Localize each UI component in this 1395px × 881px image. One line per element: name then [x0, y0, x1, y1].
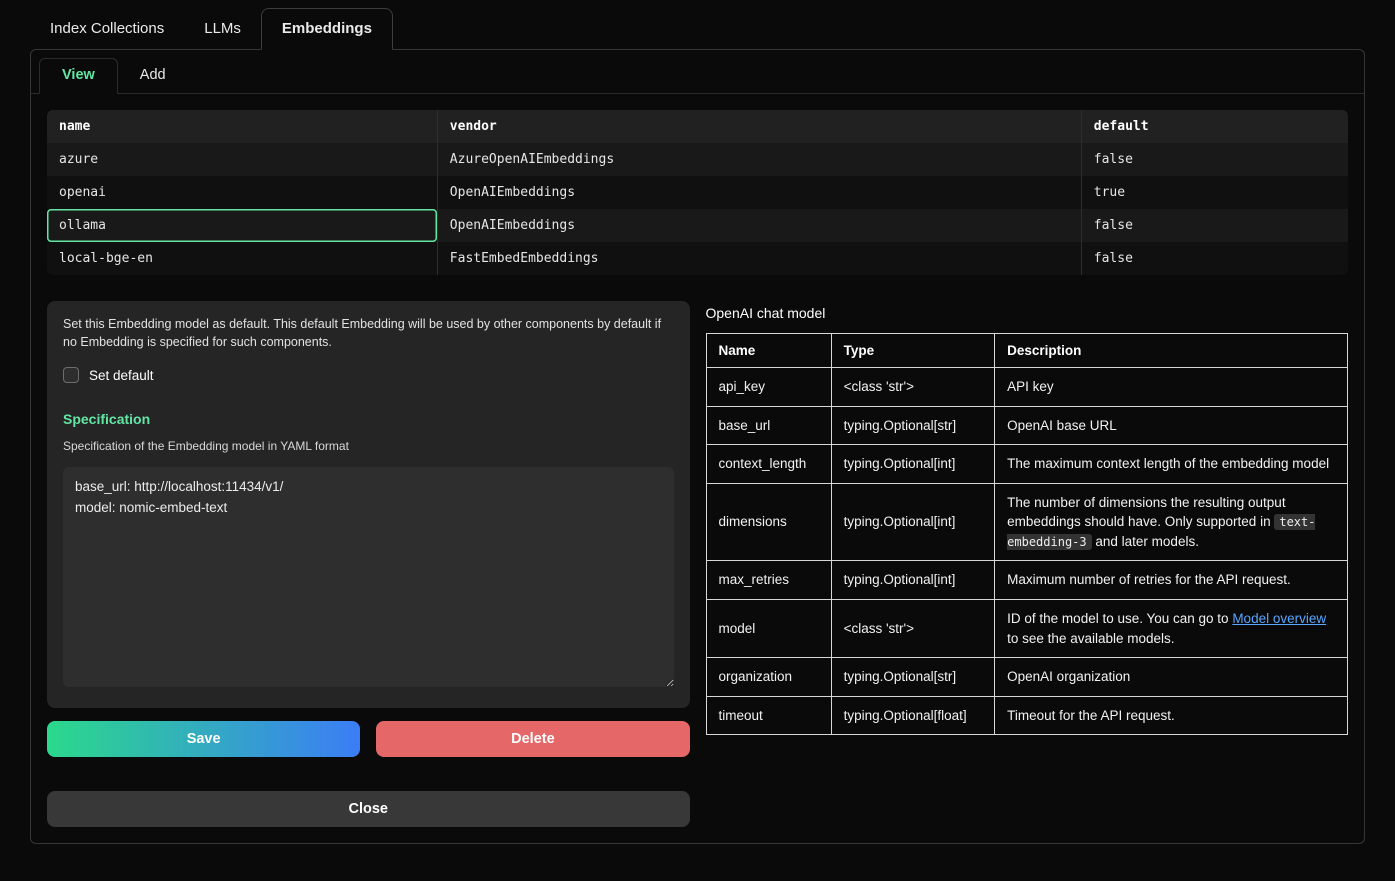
cell-default: false — [1081, 143, 1348, 176]
param-row: context_lengthtyping.Optional[int] The ma… — [706, 445, 1348, 484]
set-default-checkbox[interactable] — [63, 367, 79, 383]
param-row: dimensionstyping.Optional[int] The number… — [706, 483, 1348, 561]
cell-default: false — [1081, 242, 1348, 275]
description-text: Timeout for the API request. — [1007, 708, 1175, 723]
close-button[interactable]: Close — [47, 791, 690, 827]
param-description: OpenAI base URL — [995, 406, 1348, 445]
table-row[interactable]: openaiOpenAIEmbeddingstrue — [47, 176, 1348, 209]
description-text: Maximum number of retries for the API re… — [1007, 572, 1291, 587]
description-text: API key — [1007, 379, 1054, 394]
model-doc-column: OpenAI chat model Name Type Description … — [706, 301, 1349, 735]
param-type: typing.Optional[int] — [831, 445, 995, 484]
tab-llms[interactable]: LLMs — [184, 9, 261, 49]
column-header-name: name — [47, 110, 437, 143]
set-default-label: Set default — [89, 368, 154, 383]
param-column-type: Type — [831, 334, 995, 368]
cell-name: ollama — [47, 209, 437, 242]
param-type: typing.Optional[str] — [831, 406, 995, 445]
param-description: Timeout for the API request. — [995, 696, 1348, 735]
param-row: organizationtyping.Optional[str] OpenAI o… — [706, 658, 1348, 697]
param-row: max_retriestyping.Optional[int] Maximum n… — [706, 561, 1348, 600]
cell-vendor: AzureOpenAIEmbeddings — [437, 143, 1081, 176]
param-description: API key — [995, 368, 1348, 407]
param-name: dimensions — [706, 483, 831, 561]
param-name: organization — [706, 658, 831, 697]
param-name: base_url — [706, 406, 831, 445]
specification-heading: Specification — [63, 411, 674, 427]
cell-name: openai — [47, 176, 437, 209]
cell-default: true — [1081, 176, 1348, 209]
column-header-vendor: vendor — [437, 110, 1081, 143]
tab-index-collections[interactable]: Index Collections — [30, 9, 184, 49]
embeddings-panel: View Add name vendor default azureAzureO… — [30, 49, 1365, 844]
specification-subtext: Specification of the Embedding model in … — [63, 439, 674, 453]
yaml-spec-textarea[interactable]: base_url: http://localhost:11434/v1/ mod… — [63, 467, 674, 687]
embeddings-table-header: name vendor default — [47, 110, 1348, 143]
param-row: model<class 'str'>ID of the model to use… — [706, 599, 1348, 657]
param-description: The number of dimensions the resulting o… — [995, 483, 1348, 561]
edit-column: Set this Embedding model as default. Thi… — [47, 301, 690, 827]
param-type: typing.Optional[int] — [831, 483, 995, 561]
description-text: OpenAI organization — [1007, 669, 1130, 684]
params-table-body: api_key<class 'str'>API keybase_urltypin… — [706, 368, 1348, 735]
delete-button[interactable]: Delete — [376, 721, 689, 757]
embeddings-table-body: azureAzureOpenAIEmbeddingsfalseopenaiOpe… — [47, 143, 1348, 275]
cell-vendor: OpenAIEmbeddings — [437, 209, 1081, 242]
param-type: <class 'str'> — [831, 368, 995, 407]
edit-card: Set this Embedding model as default. Thi… — [47, 301, 690, 708]
param-type: typing.Optional[int] — [831, 561, 995, 600]
params-table-title: OpenAI chat model — [706, 305, 1349, 321]
description-text: to see the available models. — [1007, 631, 1174, 646]
cell-name: local-bge-en — [47, 242, 437, 275]
param-name: timeout — [706, 696, 831, 735]
column-header-default: default — [1081, 110, 1348, 143]
table-row[interactable]: azureAzureOpenAIEmbeddingsfalse — [47, 143, 1348, 176]
page: Index Collections LLMs Embeddings View A… — [0, 0, 1395, 844]
param-type: typing.Optional[float] — [831, 696, 995, 735]
params-table: Name Type Description api_key<class 'str… — [706, 333, 1349, 735]
param-row: base_urltyping.Optional[str] OpenAI base … — [706, 406, 1348, 445]
params-table-header: Name Type Description — [706, 334, 1348, 368]
param-name: model — [706, 599, 831, 657]
param-name: context_length — [706, 445, 831, 484]
param-column-name: Name — [706, 334, 831, 368]
set-default-row: Set default — [63, 367, 674, 383]
param-description: Maximum number of retries for the API re… — [995, 561, 1348, 600]
model-overview-link[interactable]: Model overview — [1232, 611, 1326, 626]
subtab-view[interactable]: View — [39, 58, 118, 94]
sub-tabbar: View Add — [31, 50, 1364, 94]
description-text: The number of dimensions the resulting o… — [1007, 495, 1285, 530]
param-type: <class 'str'> — [831, 599, 995, 657]
save-button[interactable]: Save — [47, 721, 360, 757]
param-column-description: Description — [995, 334, 1348, 368]
default-description: Set this Embedding model as default. Thi… — [63, 315, 663, 351]
param-description: ID of the model to use. You can go to Mo… — [995, 599, 1348, 657]
panel-content: name vendor default azureAzureOpenAIEmbe… — [31, 94, 1364, 843]
main-tabbar: Index Collections LLMs Embeddings — [30, 8, 1365, 49]
cell-vendor: OpenAIEmbeddings — [437, 176, 1081, 209]
table-row[interactable]: ollamaOpenAIEmbeddingsfalse — [47, 209, 1348, 242]
description-text: The maximum context length of the embedd… — [1007, 456, 1329, 471]
subtab-add[interactable]: Add — [118, 59, 188, 93]
cell-default: false — [1081, 209, 1348, 242]
param-name: api_key — [706, 368, 831, 407]
description-text: and later models. — [1092, 534, 1199, 549]
cell-vendor: FastEmbedEmbeddings — [437, 242, 1081, 275]
param-row: timeouttyping.Optional[float] Timeout for… — [706, 696, 1348, 735]
param-name: max_retries — [706, 561, 831, 600]
param-description: OpenAI organization — [995, 658, 1348, 697]
description-text: OpenAI base URL — [1007, 418, 1117, 433]
description-text: ID of the model to use. You can go to — [1007, 611, 1232, 626]
param-row: api_key<class 'str'> API key — [706, 368, 1348, 407]
table-row[interactable]: local-bge-enFastEmbedEmbeddingsfalse — [47, 242, 1348, 275]
param-type: typing.Optional[str] — [831, 658, 995, 697]
cell-name: azure — [47, 143, 437, 176]
action-buttons: Save Delete — [47, 721, 690, 757]
param-description: The maximum context length of the embedd… — [995, 445, 1348, 484]
embeddings-table: name vendor default azureAzureOpenAIEmbe… — [47, 110, 1348, 275]
lower-section: Set this Embedding model as default. Thi… — [47, 301, 1348, 827]
tab-embeddings[interactable]: Embeddings — [261, 8, 393, 50]
